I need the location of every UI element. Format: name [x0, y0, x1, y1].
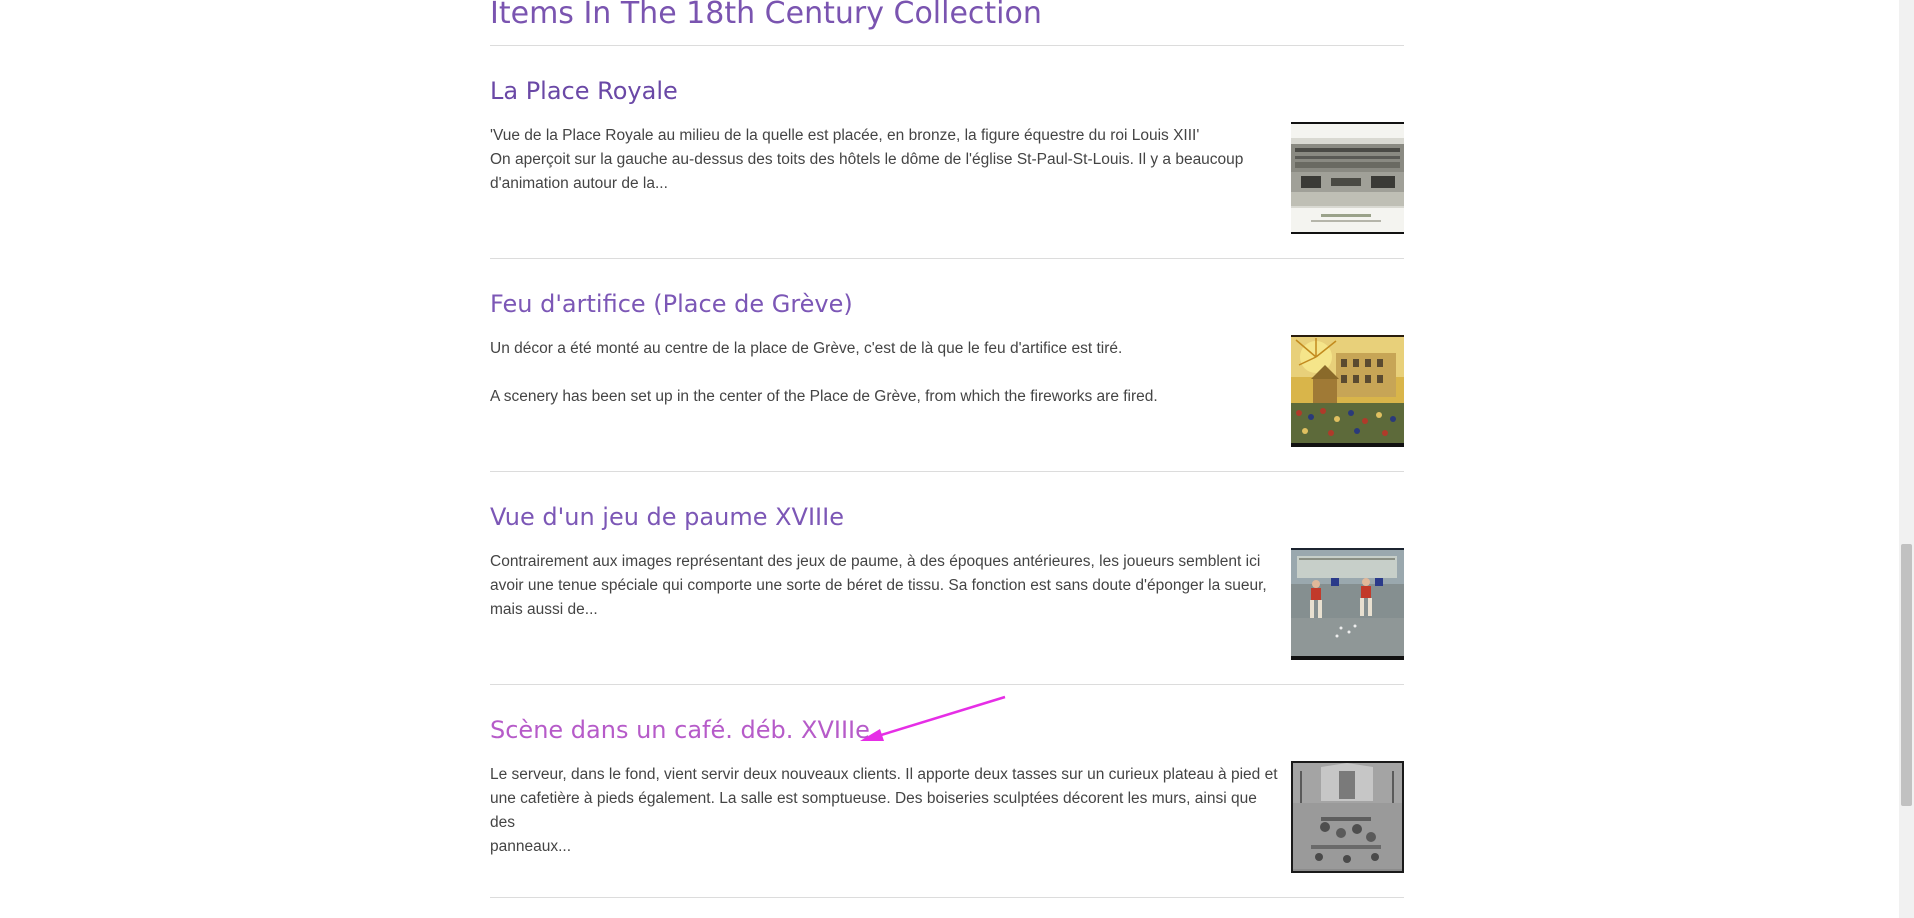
fireworks-image [1291, 335, 1404, 447]
item-thumbnail[interactable] [1291, 548, 1404, 660]
item-description-line: Un décor a été monté au centre de la pla… [490, 340, 1123, 357]
item-thumbnail[interactable] [1291, 122, 1404, 234]
item-description: Contrairement aux images représentant de… [490, 550, 1280, 622]
item-description-line: Le serveur, dans le fond, vient servir d… [490, 766, 1278, 783]
item-thumbnail[interactable] [1291, 335, 1404, 447]
scrollbar-thumb[interactable] [1901, 544, 1912, 806]
item-description-line: avoir une tenue spéciale qui comporte un… [490, 577, 1267, 594]
item-description-line: A scenery has been set up in the center … [490, 388, 1158, 405]
item-description-line: On aperçoit sur la gauche au-dessus des … [490, 151, 1244, 168]
item-thumbnail[interactable] [1291, 761, 1404, 873]
list-item: Vue d'un jeu de paume XVIIIe Contraireme… [490, 472, 1404, 685]
list-item: La Place Royale 'Vue de la Place Royale … [490, 46, 1404, 259]
item-description-line: mais aussi de... [490, 601, 598, 618]
item-description-line: Contrairement aux images représentant de… [490, 553, 1261, 570]
collection-items-list: Items In The 18th Century Collection La … [490, 0, 1404, 898]
item-title-link[interactable]: Vue d'un jeu de paume XVIIIe [490, 502, 844, 532]
cafe-interior-image [1291, 761, 1404, 873]
item-description: 'Vue de la Place Royale au milieu de la … [490, 124, 1280, 196]
item-title-link[interactable]: Scène dans un café. déb. XVIIIe [490, 715, 870, 745]
item-description-line: une cafetière à pieds également. La sall… [490, 790, 1257, 831]
list-item: Feu d'artifice (Place de Grève) Un décor… [490, 259, 1404, 472]
item-description-line: panneaux... [490, 838, 572, 855]
item-description-line: d'animation autour de la... [490, 175, 668, 192]
item-description: Le serveur, dans le fond, vient servir d… [490, 763, 1280, 859]
section-title: Items In The 18th Century Collection [490, 0, 1404, 46]
page: Items In The 18th Century Collection La … [0, 0, 1914, 918]
item-description: Un décor a été monté au centre de la pla… [490, 337, 1280, 409]
jeu-de-paume-image [1291, 548, 1404, 660]
item-title-link[interactable]: Feu d'artifice (Place de Grève) [490, 289, 853, 319]
item-description-line: 'Vue de la Place Royale au milieu de la … [490, 127, 1200, 144]
list-item: Scène dans un café. déb. XVIIIe Le serve… [490, 685, 1404, 898]
item-title-link[interactable]: La Place Royale [490, 76, 678, 106]
engraving-image [1291, 122, 1404, 234]
